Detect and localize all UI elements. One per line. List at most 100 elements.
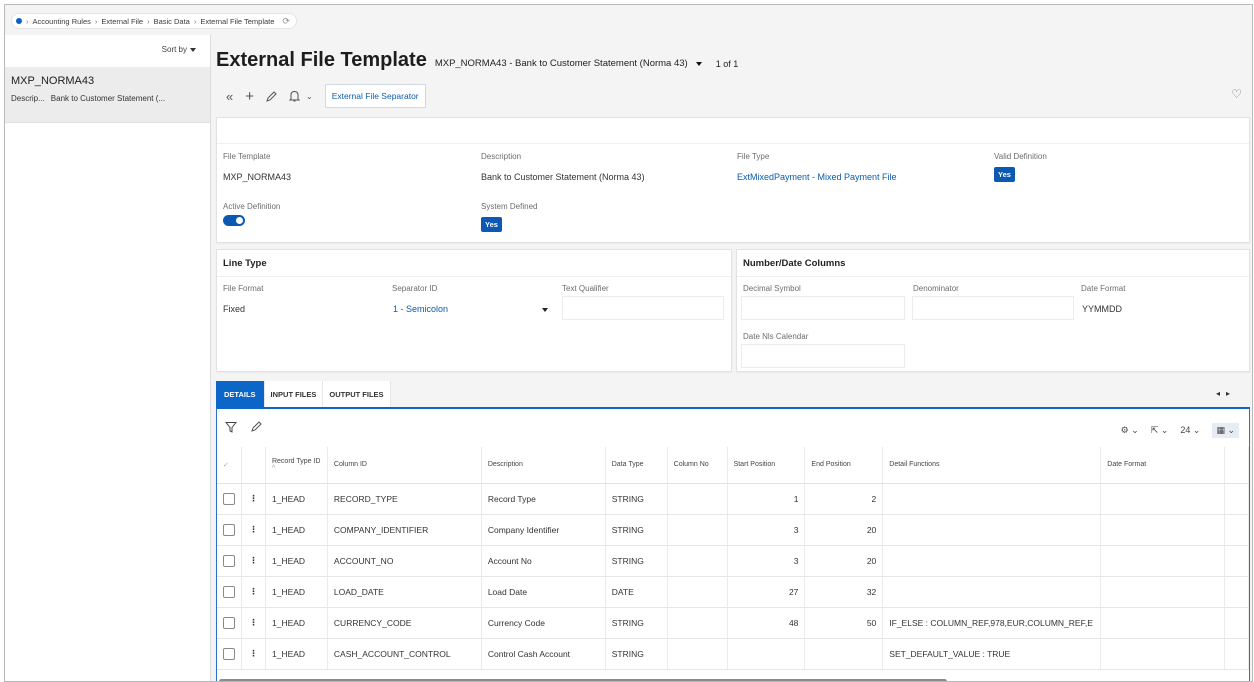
breadcrumb-item[interactable]: External File [101, 17, 143, 26]
cell-start-position: 3 [727, 514, 806, 546]
column-header-column-id[interactable]: Column ID [327, 447, 482, 484]
valid-definition-label: Valid Definition [994, 152, 1047, 161]
cell-data-type: STRING [605, 514, 668, 546]
sort-by-label: Sort by [161, 45, 187, 54]
column-header-record-type[interactable]: Record Type ID ^ [265, 447, 328, 484]
column-header-data-type[interactable]: Data Type [605, 447, 668, 484]
decimal-symbol-input[interactable] [741, 296, 905, 320]
row-actions-kebab[interactable]: ⋮ [241, 483, 266, 515]
cell-description: Currency Code [481, 607, 606, 639]
table-row[interactable]: ⋮ 1_HEAD ACCOUNT_NO Account No STRING 3 20 [217, 545, 1249, 577]
cell-date-format [1100, 638, 1225, 670]
row-actions-kebab[interactable]: ⋮ [241, 607, 266, 639]
date-format-input[interactable]: YYMMDD [1079, 296, 1243, 320]
valid-definition-badge: Yes [994, 167, 1015, 182]
denominator-input[interactable] [912, 296, 1074, 320]
page-size-select[interactable]: 24 ⌄ [1180, 425, 1200, 436]
row-actions-kebab[interactable]: ⋮ [241, 514, 266, 546]
caret-down-icon [190, 47, 196, 52]
checkbox-icon [223, 585, 235, 598]
column-header-end-position[interactable]: End Position [804, 447, 884, 484]
list-item[interactable]: MXP_NORMA43 Descrip... Bank to Customer … [5, 67, 210, 123]
table-row[interactable]: ⋮ 1_HEAD RECORD_TYPE Record Type STRING 1 2 [217, 483, 1249, 515]
row-checkbox[interactable] [217, 607, 242, 639]
row-checkbox[interactable] [217, 483, 242, 515]
edit-pencil-icon[interactable] [266, 85, 277, 107]
cell-column-no [667, 638, 728, 670]
column-header-column-no[interactable]: Column No [667, 447, 728, 484]
collapse-panel-icon[interactable]: « [226, 85, 233, 107]
cell-record-type: 1_HEAD [265, 638, 328, 670]
cell-start-position: 48 [727, 607, 806, 639]
edit-pencil-icon[interactable] [251, 421, 262, 436]
cell-column-no [667, 514, 728, 546]
column-header-description[interactable]: Description [481, 447, 606, 484]
select-all-checkbox[interactable]: ✓ [217, 447, 242, 484]
cell-end-position: 20 [804, 545, 884, 577]
table-header-row: ✓ Record Type ID ^ Column ID Description … [217, 447, 1249, 484]
cell-column-id: ACCOUNT_NO [327, 545, 482, 577]
tab-scroll-arrows[interactable]: ◂▸ [1216, 389, 1236, 398]
refresh-icon[interactable]: ⟳ [282, 16, 290, 27]
checkbox-icon [223, 647, 235, 660]
table-row[interactable]: ⋮ 1_HEAD CASH_ACCOUNT_CONTROL Control Cash … [217, 638, 1249, 670]
record-selector[interactable]: MXP_NORMA43 - Bank to Customer Statement… [435, 58, 738, 69]
cell-data-type: DATE [605, 576, 668, 608]
column-header-detail-functions[interactable]: Detail Functions [882, 447, 1102, 484]
cell-record-type: 1_HEAD [265, 545, 328, 577]
tab-output-files[interactable]: OUTPUT FILES [323, 381, 391, 407]
add-icon[interactable]: + [245, 85, 254, 107]
column-header-start-position[interactable]: Start Position [727, 447, 806, 484]
row-checkbox[interactable] [217, 514, 242, 546]
row-checkbox[interactable] [217, 638, 242, 670]
sort-by-button[interactable]: Sort by [162, 45, 196, 54]
row-checkbox[interactable] [217, 545, 242, 577]
toolbar: « + ⌄ External File Separator [226, 84, 426, 108]
check-icon: ✓ [223, 461, 229, 469]
row-checkbox[interactable] [217, 576, 242, 608]
system-defined-label: System Defined [481, 202, 538, 211]
bell-icon[interactable]: ⌄ [289, 85, 313, 107]
active-definition-toggle[interactable] [223, 215, 245, 226]
cell-data-type: STRING [605, 483, 668, 515]
cell-description: Record Type [481, 483, 606, 515]
cell-column-no [667, 483, 728, 515]
favorite-heart-icon[interactable]: ♡ [1231, 87, 1242, 101]
table-row[interactable]: ⋮ 1_HEAD LOAD_DATE Load Date DATE 27 32 [217, 576, 1249, 608]
cell-description: Company Identifier [481, 514, 606, 546]
system-defined-badge: Yes [481, 217, 502, 232]
external-file-separator-button[interactable]: External File Separator [324, 84, 426, 108]
row-actions-kebab[interactable]: ⋮ [241, 638, 266, 670]
home-dot-icon[interactable] [16, 18, 22, 24]
separator-id-select[interactable]: 1 - Semicolon [390, 296, 557, 320]
table-row[interactable]: ⋮ 1_HEAD CURRENCY_CODE Currency Code STRING 4… [217, 607, 1249, 639]
app-frame: › Accounting Rules › External File › Bas… [4, 4, 1253, 682]
table-row[interactable]: ⋮ 1_HEAD COMPANY_IDENTIFIER Company Identif… [217, 514, 1249, 546]
cell-record-type: 1_HEAD [265, 607, 328, 639]
row-actions-kebab[interactable]: ⋮ [241, 545, 266, 577]
filter-icon[interactable] [224, 421, 238, 436]
text-qualifier-input[interactable] [562, 296, 724, 320]
template-header-card: File Template MXP_NORMA43 Description Ba… [216, 117, 1250, 243]
breadcrumb-item[interactable]: External File Template [200, 17, 274, 26]
row-actions-kebab[interactable]: ⋮ [241, 576, 266, 608]
settings-gear-icon[interactable]: ⚙ ⌄ [1121, 425, 1139, 436]
file-type-link[interactable]: ExtMixedPayment - Mixed Payment File [737, 172, 897, 182]
breadcrumb-item[interactable]: Accounting Rules [33, 17, 91, 26]
list-item-title: MXP_NORMA43 [11, 75, 95, 87]
separator-id-label: Separator ID [392, 284, 438, 293]
date-nls-calendar-input[interactable] [741, 344, 905, 368]
chevron-right-icon: › [94, 16, 98, 26]
sort-asc-icon: ^ [271, 464, 276, 472]
export-icon[interactable]: ⇱ ⌄ [1151, 425, 1169, 436]
cell-column-id: CURRENCY_CODE [327, 607, 482, 639]
tab-input-files[interactable]: INPUT FILES [264, 381, 324, 407]
breadcrumb-item[interactable]: Basic Data [154, 17, 190, 26]
grid-view-icon[interactable]: ▦ ⌄ [1212, 423, 1239, 438]
cell-end-position: 32 [804, 576, 884, 608]
cell-detail-functions: SET_DEFAULT_VALUE : TRUE [882, 638, 1102, 670]
cell-date-format [1100, 514, 1225, 546]
column-header-date-format[interactable]: Date Format [1100, 447, 1225, 484]
tab-details[interactable]: DETAILS [216, 381, 265, 407]
breadcrumb: › Accounting Rules › External File › Bas… [11, 13, 297, 29]
